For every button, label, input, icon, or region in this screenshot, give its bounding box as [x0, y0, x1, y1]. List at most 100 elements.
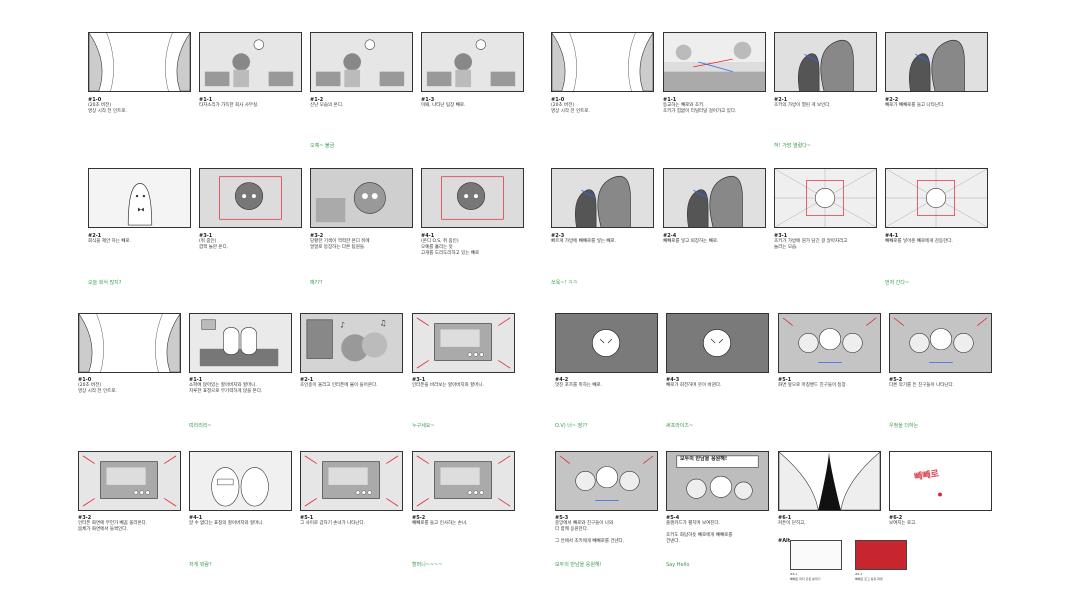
panel-frame [189, 451, 292, 511]
panel-illustration [311, 33, 412, 91]
alt-desc: 빼빼로 로고 등장 화면 [855, 577, 883, 581]
panel-frame [189, 313, 292, 373]
panel-frame [774, 32, 877, 92]
panel-frame [885, 32, 988, 92]
panel-dialogue: 할머니~~~~ [412, 562, 443, 568]
panel-illustration [890, 314, 991, 372]
panel-frame [421, 168, 524, 228]
panel-description: (20초 버전) 영상 시작 전 인트로. [78, 383, 117, 394]
panel-frame [88, 32, 191, 92]
panel-illustration [779, 314, 880, 372]
panel-dialogue: 저게 뭐람? [189, 562, 212, 568]
panel-frame [555, 313, 658, 373]
panel-illustration [190, 314, 291, 372]
panel-illustration [422, 169, 523, 227]
panel-illustration [413, 452, 514, 510]
panel-description: 빼로가 회전하며 웃이 바뀐다. [666, 383, 722, 388]
panel-illustration: ♪ ♫ [301, 314, 402, 372]
panel-illustration [779, 452, 880, 510]
panel-illustration [890, 452, 991, 510]
panel-description: 빼빼로를 넣어준 빼로에게 감동한다. [885, 239, 953, 244]
panel-dialogue: 쏘옥~! ㅋㅋ [551, 280, 578, 286]
panel-frame [412, 313, 515, 373]
panel-description: (20초 버전) 영상 시작 전 인트로. [551, 103, 590, 114]
panel-illustration [200, 33, 301, 91]
panel-description: 빼로가 빼빼로를 들고 나타난다. [885, 103, 945, 108]
panel-dialogue: 허! 가방 열렸다~ [774, 143, 811, 149]
alt-thumbnail [790, 540, 842, 570]
panel-description: 다른 악기를 든 친구들이 나타난다. [889, 383, 955, 388]
panel-illustration [556, 314, 657, 372]
panel-dialogue: 띠리리리~ [189, 423, 212, 429]
panel-description: 초키의 가방이 열린 게 보인다. [774, 103, 831, 108]
banner-text: 모두의 만남을 응원해! [680, 456, 728, 462]
panel-frame [421, 32, 524, 92]
alt-code: #6-2 [855, 572, 863, 576]
panel-frame [666, 313, 769, 373]
alt-code: #6-1 [790, 572, 798, 576]
panel-dialogue: 먼저 간다~ [885, 280, 910, 286]
panel-illustration [552, 169, 653, 227]
panel-description: 빼빼로를 넣고 퇴장하는 빼로. [663, 239, 719, 244]
panel-frame [199, 168, 302, 228]
panel-illustration [301, 452, 402, 510]
panel-frame [889, 313, 992, 373]
panel-frame [78, 451, 181, 511]
panel-description: 인터폰 화면에 무언가 빼꼼 올라온다. 몸체가 화면에서 들썩인다. [78, 521, 148, 532]
panel-illustration [200, 169, 301, 227]
panel-dialogue: 모두의 만남을 응원해! [555, 562, 602, 568]
panel-frame [885, 168, 988, 228]
panel-illustration [413, 314, 514, 372]
panel-description: 인터폰을 바라보는 할아버지와 할머니. [412, 383, 484, 388]
panel-frame [551, 168, 654, 228]
panel-description: 화면 앞으로 마칭밴드 친구들이 등장. [778, 383, 848, 388]
panel-illustration [552, 33, 653, 91]
panel-dialogue: 오예~ 불금 [310, 143, 335, 149]
panel-illustration [556, 452, 657, 510]
panel-description: 회식을 제안 하는 빼로. [88, 239, 131, 244]
panel-description: 타자소리가 가득한 회사 사무실. [199, 103, 259, 108]
panel-frame [310, 168, 413, 228]
panel-frame [310, 32, 413, 92]
panel-frame [199, 32, 302, 92]
panel-illustration [664, 33, 765, 91]
panel-illustration [89, 169, 190, 227]
panel-description: 보여지는 로고. [889, 521, 917, 526]
alt-label: #Alt [778, 538, 791, 544]
panel-description: 빼빼로를 들고 인사하는 손녀. [412, 521, 468, 526]
panel-frame [663, 168, 766, 228]
panel-dialogue: 예??? [310, 280, 323, 286]
panel-description: 중앙에서 빼로와 친구들이 나와 다 함께 응원한다. 그 안에서 초키에게 빼… [555, 521, 625, 544]
panel-frame [778, 451, 881, 511]
panel-dialogue: O.V) 너~ 정?? [555, 423, 588, 429]
panel-dialogue: 오늘 회식 많지? [88, 280, 122, 286]
panel-illustration [667, 314, 768, 372]
panel-description: 멋진 포즈를 취하는 빼로. [555, 383, 603, 388]
panel-dialogue: 우정을 더하는 [889, 423, 919, 429]
panel-description: 초인종이 울리고 인터폰에 불이 들어온다. [300, 383, 378, 388]
panel-description: 알 수 없다는 표정의 할아버지와 할머니. [189, 521, 264, 526]
panel-description: (20초 버전) 영상 시작 전 인트로. [88, 103, 127, 114]
panel-frame [778, 313, 881, 373]
panel-description: 그 사이로 갑자기 손녀가 나타난다. [300, 521, 366, 526]
panel-frame [663, 32, 766, 92]
svg-text:♫: ♫ [379, 319, 386, 328]
panel-dialogue: Say Hello [666, 562, 690, 568]
panel-frame [774, 168, 877, 228]
panel-frame [555, 451, 658, 511]
panel-frame [300, 451, 403, 511]
panel-description: 이때, 나타난 팀장 빼로. [421, 103, 466, 108]
panel-description: 신난 모습의 온디. [310, 103, 344, 108]
panel-illustration [886, 169, 987, 227]
panel-description: 빠르게 가방에 빼빼로를 넣는 빼로. [551, 239, 617, 244]
panel-illustration [311, 169, 412, 227]
panel-illustration [89, 33, 190, 91]
panel-description: (쥐 줌인) 깜짝 놀란 온디. [199, 239, 229, 250]
panel-frame [78, 313, 181, 373]
panel-description: 플랜카드가 펼치며 보여진다. 초키도 화답하듯 빼로에게 빼빼로를 건넨다. [666, 521, 733, 544]
svg-text:♪: ♪ [340, 321, 345, 330]
panel-illustration [664, 169, 765, 227]
panel-description: 등교하는 빼로와 초키. 초키가 힘없이 터덜터덜 걸어가고 있다. [663, 103, 737, 114]
panel-description: 초키가 가방에 뭔가 담긴 걸 알아차리고 놀라는 모습. [774, 239, 848, 250]
alt-thumbnail [855, 540, 907, 570]
